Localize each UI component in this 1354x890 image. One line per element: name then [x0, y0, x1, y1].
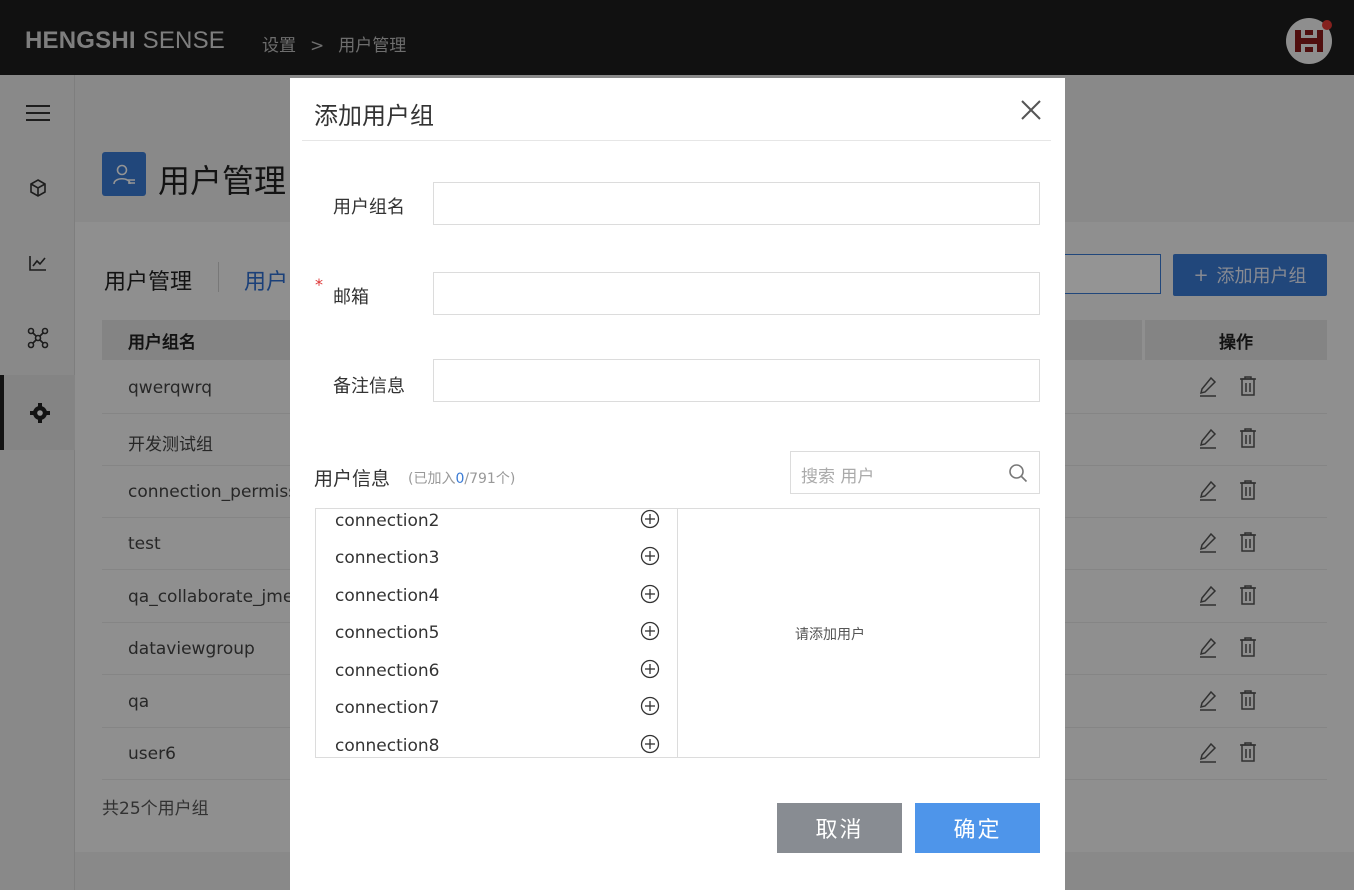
dialog-divider — [302, 140, 1051, 141]
confirm-button[interactable]: 确定 — [915, 803, 1040, 853]
note-field[interactable] — [433, 359, 1040, 402]
user-count: (已加入0/791个) — [408, 468, 515, 488]
list-item[interactable]: connection3 — [316, 540, 677, 577]
user-name: connection4 — [335, 586, 440, 606]
user-search-placeholder: 搜索 用户 — [801, 467, 875, 487]
selected-users-empty-hint: 请添加用户 — [795, 627, 865, 643]
user-name: connection7 — [335, 698, 440, 718]
add-circle-icon[interactable] — [640, 509, 660, 529]
list-item[interactable]: connection2 — [316, 509, 677, 540]
note-label: 备注信息 — [333, 376, 405, 397]
add-circle-icon[interactable] — [640, 546, 660, 566]
email-field[interactable] — [433, 272, 1040, 315]
add-circle-icon[interactable] — [640, 584, 660, 604]
add-circle-icon[interactable] — [640, 659, 660, 679]
group-name-label: 用户组名 — [333, 197, 405, 218]
user-name: connection5 — [335, 623, 440, 643]
email-label: 邮箱 — [333, 287, 369, 308]
list-item[interactable]: connection8 — [316, 728, 677, 757]
add-user-group-dialog: 添加用户组 * 用户组名 邮箱 备注信息 用户信息 (已加入0/791个) 搜索… — [290, 78, 1065, 890]
close-icon[interactable] — [1018, 97, 1044, 123]
list-item[interactable]: connection5 — [316, 615, 677, 652]
add-circle-icon[interactable] — [640, 696, 660, 716]
user-search-input[interactable]: 搜索 用户 — [790, 451, 1040, 494]
user-name: connection3 — [335, 548, 440, 568]
add-circle-icon[interactable] — [640, 734, 660, 754]
user-info-label: 用户信息 — [314, 468, 391, 490]
search-icon[interactable] — [1008, 463, 1028, 483]
list-item[interactable]: connection4 — [316, 578, 677, 615]
available-users-list[interactable]: connection2 connection3 connection4 conn… — [316, 509, 678, 757]
user-count-prefix: (已加入 — [408, 471, 456, 487]
user-count-suffix: /791个) — [464, 471, 516, 487]
list-item[interactable]: connection6 — [316, 653, 677, 690]
group-name-field[interactable] — [433, 182, 1040, 225]
dialog-title: 添加用户组 — [314, 102, 434, 130]
user-name: connection6 — [335, 661, 440, 681]
add-circle-icon[interactable] — [640, 621, 660, 641]
cancel-button[interactable]: 取消 — [777, 803, 902, 853]
user-name: connection2 — [335, 511, 440, 531]
user-transfer-box: connection2 connection3 connection4 conn… — [315, 508, 1040, 758]
required-mark: * — [315, 275, 323, 294]
list-item[interactable]: connection7 — [316, 690, 677, 727]
user-name: connection8 — [335, 736, 440, 756]
